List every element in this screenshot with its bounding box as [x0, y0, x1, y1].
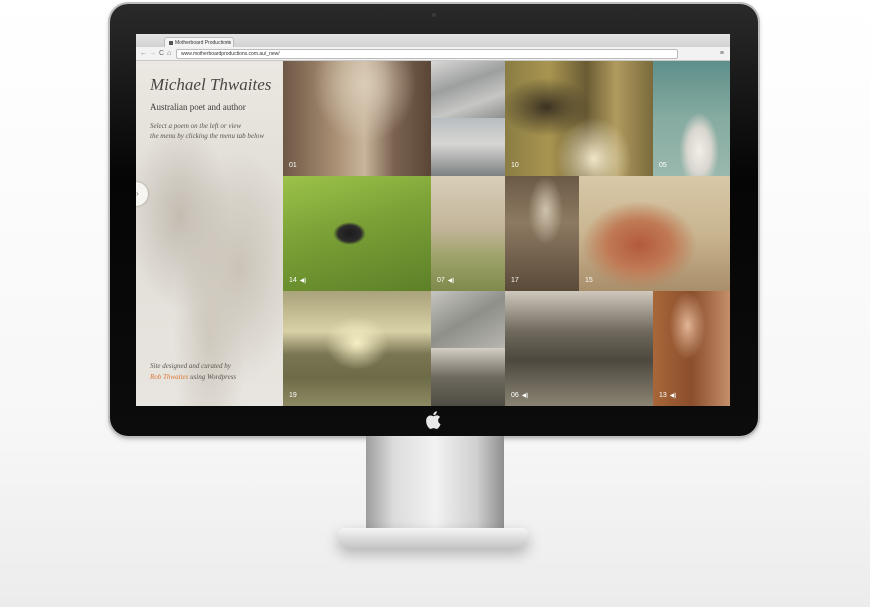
tile-number: 14 ◀): [289, 277, 306, 284]
site-title[interactable]: Michael Thwaites: [150, 75, 271, 95]
browser-tab-bar: Motherboard Productions ×: [136, 34, 730, 47]
favicon-icon: [169, 40, 173, 45]
forward-button[interactable]: →: [149, 49, 156, 58]
poem-tile[interactable]: 05: [653, 61, 730, 176]
apple-logo-icon: [426, 411, 441, 429]
browser-toolbar: ← → C ⌂ www.motherboardproductions.com.a…: [136, 47, 730, 61]
credit-line: Site designed and curated by: [150, 362, 231, 370]
tile-number: 07 ◀): [437, 277, 454, 284]
poem-tile[interactable]: 17: [505, 176, 579, 291]
imac-monitor: Motherboard Productions × ← → C ⌂ www.mo…: [110, 4, 758, 436]
poem-grid: 01 10 05 14 ◀) 07 ◀) 17 15 19 06 ◀) 13 ◀…: [283, 61, 730, 406]
intro-line: Select a poem on the left or view: [150, 122, 242, 130]
address-bar[interactable]: www.motherboardproductions.com.au/_new/: [176, 49, 678, 59]
tab-title: Motherboard Productions: [175, 40, 232, 46]
credit-link[interactable]: Rob Thwaites: [150, 373, 188, 381]
poem-tile[interactable]: 19: [283, 291, 431, 406]
intro-line: the menu by clicking the menu tab below: [150, 132, 265, 140]
tile-number-text: 07: [437, 277, 445, 284]
sidebar: Michael Thwaites Australian poet and aut…: [136, 61, 283, 406]
intro-text: Select a poem on the left or view the me…: [150, 121, 280, 141]
poem-tile[interactable]: 01: [283, 61, 431, 176]
monitor-stand-foot: [338, 528, 528, 548]
poem-tile[interactable]: 06 ◀): [505, 291, 653, 406]
poem-tile[interactable]: [431, 61, 505, 118]
speaker-icon: ◀): [299, 278, 307, 284]
speaker-icon: ◀): [521, 393, 529, 399]
credit-line-2: Rob Thwaites using Wordpress: [150, 373, 236, 381]
tile-number: 01: [289, 162, 297, 169]
poem-tile[interactable]: 15: [579, 176, 730, 291]
web-page: Michael Thwaites Australian poet and aut…: [136, 61, 730, 406]
credit-rest: using Wordpress: [188, 373, 237, 381]
tile-number: 17: [511, 277, 519, 284]
tile-number-text: 06: [511, 392, 519, 399]
poem-tile[interactable]: [431, 291, 505, 348]
monitor-stand-neck: [366, 436, 504, 536]
poem-tile[interactable]: 13 ◀): [653, 291, 730, 406]
tile-number: 10: [511, 162, 519, 169]
sidebar-background: [136, 61, 283, 406]
poem-tile[interactable]: 10: [505, 61, 653, 176]
camera: [432, 13, 436, 17]
back-button[interactable]: ←: [140, 49, 147, 58]
speaker-icon: ◀): [669, 393, 677, 399]
tile-number: 05: [659, 162, 667, 169]
tile-number: 19: [289, 392, 297, 399]
poem-tile[interactable]: 14 ◀): [283, 176, 431, 291]
poem-tile-half[interactable]: [431, 118, 505, 176]
tile-number-text: 14: [289, 277, 297, 284]
site-subtitle: Australian poet and author: [150, 102, 246, 112]
tile-number: 15: [585, 277, 593, 284]
tile-number-text: 13: [659, 392, 667, 399]
chevron-right-icon: ›: [136, 189, 139, 198]
screen: Motherboard Productions × ← → C ⌂ www.mo…: [136, 34, 730, 406]
home-button[interactable]: ⌂: [167, 49, 171, 58]
browser-tab[interactable]: Motherboard Productions ×: [164, 37, 234, 47]
reload-button[interactable]: C: [159, 49, 164, 58]
browser-menu-button[interactable]: ≡: [720, 49, 724, 58]
tile-number: 13 ◀): [659, 392, 676, 399]
poem-tile-half[interactable]: [431, 348, 505, 406]
tile-number: 06 ◀): [511, 392, 528, 399]
poem-tile[interactable]: 07 ◀): [431, 176, 505, 291]
tab-close-icon[interactable]: ×: [226, 38, 230, 47]
speaker-icon: ◀): [447, 278, 455, 284]
